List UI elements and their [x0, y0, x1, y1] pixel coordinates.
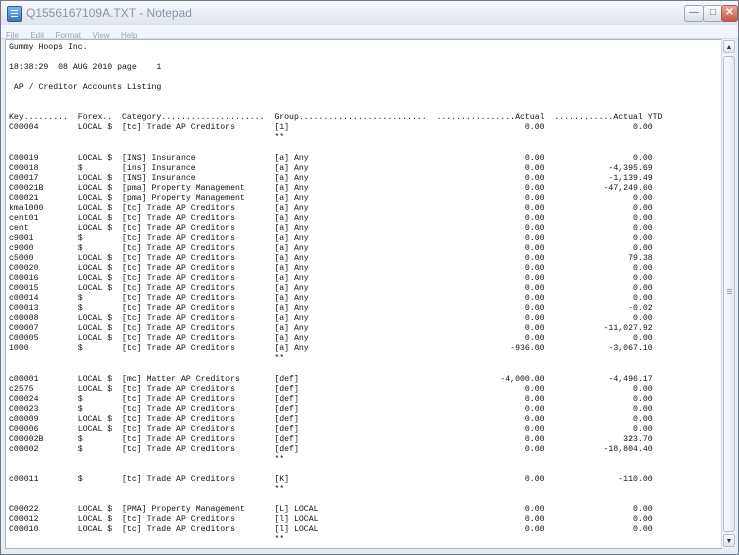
text-line: C00023 $ [tc] Trade AP Creditors [def] 0…: [9, 404, 653, 414]
text-line: C00019 LOCAL $ [INS] Insurance [a] Any 0…: [9, 153, 653, 163]
text-line: C00005 LOCAL $ [tc] Trade AP Creditors […: [9, 334, 653, 344]
text-line: c00001 LOCAL $ [mc] Matter AP Creditors …: [9, 374, 653, 384]
vertical-scrollbar[interactable]: ▲ ▼: [721, 39, 736, 548]
scroll-down-button[interactable]: ▼: [723, 534, 735, 547]
text-line: **: [9, 535, 285, 545]
text-line: C00021B LOCAL $ [pma] Property Managemen…: [9, 183, 653, 193]
text-editor-area[interactable]: Gummy Hoops Inc. 18:38:29 08 AUG 2010 pa…: [5, 39, 722, 549]
text-line: C00020 LOCAL $ [tc] Trade AP Creditors […: [9, 264, 653, 274]
text-line: **: [9, 454, 285, 464]
text-line: 18:38:29 08 AUG 2010 page 1: [9, 63, 162, 73]
text-line: C00018 $ [ins] Insurance [a] Any 0.00 -4…: [9, 163, 653, 173]
text-line: c9000 $ [tc] Trade AP Creditors [a] Any …: [9, 243, 653, 253]
text-line: C00022 LOCAL $ [PMA] Property Management…: [9, 505, 653, 515]
notepad-app-icon[interactable]: [7, 6, 22, 22]
text-line: C00016 LOCAL $ [tc] Trade AP Creditors […: [9, 274, 653, 284]
menu-bar: File Edit Format View Help: [1, 25, 738, 40]
text-line: C00021 LOCAL $ [pma] Property Management…: [9, 193, 653, 203]
text-line: cent01 LOCAL $ [tc] Trade AP Creditors […: [9, 213, 653, 223]
minimize-button[interactable]: —: [684, 5, 704, 22]
text-line: Gummy Hoops Inc.: [9, 43, 88, 52]
text-line: c5000 LOCAL $ [tc] Trade AP Creditors [a…: [9, 253, 653, 263]
text-line: C00024 $ [tc] Trade AP Creditors [def] 0…: [9, 394, 653, 404]
text-line: cent LOCAL $ [tc] Trade AP Creditors [a]…: [9, 223, 653, 233]
text-line: c00011 $ [tc] Trade AP Creditors [K] 0.0…: [9, 475, 653, 485]
text-line: **: [9, 133, 285, 143]
text-line: **: [9, 485, 285, 495]
text-line: **: [9, 354, 285, 364]
title-bar[interactable]: Q1556167109A.TXT - Notepad — □ ✕: [1, 1, 738, 26]
text-line: C00017 LOCAL $ [INS] Insurance [a] Any 0…: [9, 173, 653, 183]
document-text[interactable]: Gummy Hoops Inc. 18:38:29 08 AUG 2010 pa…: [9, 43, 717, 545]
text-line: c00002 $ [tc] Trade AP Creditors [def] 0…: [9, 444, 653, 454]
text-line: c00008 LOCAL $ [tc] Trade AP Creditors […: [9, 314, 653, 324]
text-line: C00002B $ [tc] Trade AP Creditors [def] …: [9, 434, 653, 444]
close-button[interactable]: ✕: [721, 5, 738, 22]
text-line: C00015 LOCAL $ [tc] Trade AP Creditors […: [9, 284, 653, 294]
text-line: c9001 $ [tc] Trade AP Creditors [a] Any …: [9, 233, 653, 243]
window-title: Q1556167109A.TXT - Notepad: [26, 6, 192, 20]
text-line: C00007 LOCAL $ [tc] Trade AP Creditors […: [9, 324, 653, 334]
text-line: Key......... Forex.. Category...........…: [9, 113, 663, 123]
text-line: AP / Creditor Accounts Listing: [9, 83, 162, 93]
text-line: C00012 LOCAL $ [tc] Trade AP Creditors […: [9, 515, 653, 525]
maximize-button[interactable]: □: [703, 5, 723, 22]
text-line: c00009 LOCAL $ [tc] Trade AP Creditors […: [9, 414, 653, 424]
text-line: C00006 LOCAL $ [tc] Trade AP Creditors […: [9, 424, 653, 434]
scroll-up-button[interactable]: ▲: [723, 40, 735, 53]
text-line: C00013 $ [tc] Trade AP Creditors [a] Any…: [9, 304, 653, 314]
text-line: c2575 LOCAL $ [tc] Trade AP Creditors [d…: [9, 384, 653, 394]
text-line: kmal000 LOCAL $ [tc] Trade AP Creditors …: [9, 203, 653, 213]
text-line: C00004 LOCAL $ [tc] Trade AP Creditors […: [9, 123, 653, 133]
text-line: 1000 $ [tc] Trade AP Creditors [a] Any -…: [9, 344, 653, 354]
text-line: C00010 LOCAL $ [tc] Trade AP Creditors […: [9, 525, 653, 535]
text-line: c00014 $ [tc] Trade AP Creditors [a] Any…: [9, 294, 653, 304]
notepad-window: Q1556167109A.TXT - Notepad — □ ✕ File Ed…: [0, 0, 739, 555]
scroll-thumb[interactable]: [723, 56, 735, 532]
